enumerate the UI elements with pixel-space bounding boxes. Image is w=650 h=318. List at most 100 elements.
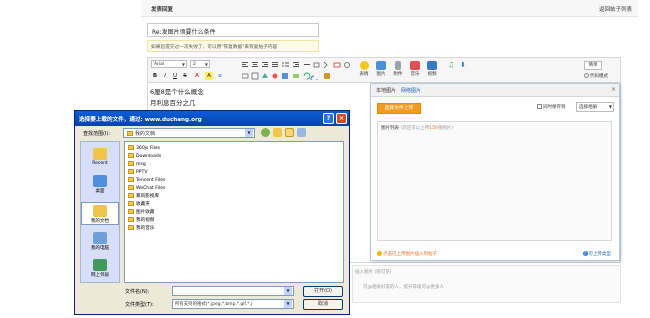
file-name: 我的音乐 [136,226,155,231]
image-list-hint-suffix: 张图片) [437,126,454,131]
sync-save-checkbox[interactable]: 同时保存到 [537,104,566,110]
place-my-documents[interactable]: 我的文档 [81,202,119,225]
back-to-list-link[interactable]: 返回帖子列表 [599,5,632,13]
list-item[interactable]: 我的音乐 [128,225,154,231]
clear-format-button[interactable]: ⌀ [216,72,224,80]
chevron-down-icon: ▼ [204,62,208,67]
file-name: Tencent Files [136,178,166,183]
filetype-value: 所有支持的格式(*.jpeg,*.bmp,*.gif,*.j [175,302,253,307]
upload-file-button[interactable]: 选择文件上传 [377,103,421,114]
place-desktop[interactable]: 桌面 [81,175,119,194]
place-network[interactable]: 网上邻居 [81,259,119,278]
place-label: Recent [92,161,108,166]
bold-button[interactable]: B [151,72,159,80]
folder-icon [128,201,134,206]
font-size-select[interactable]: 2 ▼ [190,60,210,68]
image-remaining-count: 150 [429,126,438,131]
list-item[interactable]: 图片收藏 [128,209,154,215]
font-size-value: 2 [193,62,196,67]
computer-icon [93,232,107,244]
up-folder-icon[interactable] [273,128,282,137]
list-item[interactable]: Downloads [128,153,161,159]
music-note-icon[interactable]: ♫ [448,61,454,69]
recent-icon [93,148,107,160]
insert-uploaded-tip: 点击已上传图片插入到帖子 [377,251,437,257]
simple-mode-button[interactable]: 简单 [584,61,602,70]
emoticon-button[interactable]: 表情 [357,60,371,80]
list-item[interactable]: 暴风影视库 [128,193,159,199]
desktop-icon [93,175,107,187]
lightbulb-icon [377,251,382,256]
image-list-hint: (您还可以上传 [400,126,430,131]
video-button[interactable]: 视频 [425,60,439,80]
folder-icon [128,177,134,182]
close-button[interactable]: × [336,113,347,124]
attachment-button[interactable]: 附件 [391,60,405,80]
list-item[interactable]: 我的视频 [128,217,154,223]
list-item[interactable]: Tencent Files [128,177,165,183]
file-name: 收藏夹 [136,202,150,207]
lookin-label: 查找范围(I): [83,131,111,137]
reply-header: 发表回复 返回帖子列表 [141,0,638,17]
insert-image-note: 插入图片 (限可见) [355,270,392,275]
chevron-down-icon: ▼ [608,104,612,109]
place-label: 我的文档 [91,219,109,224]
new-folder-icon[interactable] [285,128,294,137]
extra-options: 插入图片 (限可见) 可@相关好友的人，提升等级可@更多人 [352,265,621,303]
help-button[interactable]: ? [323,113,334,124]
list-item[interactable]: msg [128,161,146,167]
album-select[interactable]: 选择相册 ▼ [576,102,614,112]
insert-icons-row[interactable] [242,72,352,80]
place-my-computer[interactable]: 我的电脑 [81,232,119,251]
list-item[interactable]: WeChat Files [128,185,165,191]
underline-button[interactable]: U [171,72,179,80]
open-button[interactable]: 打开(O) [303,286,343,297]
filetype-select[interactable]: 所有支持的格式(*.jpeg,*.bmp,*.gif,*.j ▼ [172,299,294,309]
folder-icon [128,161,134,166]
font-family-value: Arial [154,62,165,67]
code-mode-radio[interactable] [584,73,589,78]
file-name: 图片收藏 [136,210,155,215]
dialog-titlebar[interactable]: 选择要上载的文件，通过: www.duchang.org ? × [75,111,349,126]
image-button[interactable]: 图片 [374,60,388,80]
file-name: 360js Files [136,146,160,151]
cancel-button[interactable]: 取消 [303,299,343,310]
view-menu-icon[interactable] [297,128,306,137]
chevron-down-icon: ▼ [284,287,292,295]
upload-types-link[interactable]: ? 可上传类型 [582,251,611,257]
download-icon[interactable]: ⬇ [460,61,466,69]
lookin-select[interactable]: 我的文档 ▼ [123,128,255,138]
code-mode-label: 代码模式 [590,74,608,79]
image-icon [376,61,386,70]
font-color-button[interactable]: A [193,72,201,80]
question-icon: ? [582,251,588,256]
emoticon-label: 表情 [359,72,369,77]
list-item[interactable]: PPTV [128,169,148,175]
list-item[interactable]: 360js Files [128,145,160,151]
tab-web-image[interactable]: 网络图片 [401,87,421,94]
file-name: 我的视频 [136,218,155,223]
checkbox[interactable] [537,104,542,109]
music-button[interactable]: 音乐 [408,60,422,80]
filename-input[interactable]: ▼ [172,286,294,296]
italic-button[interactable]: I [161,72,169,80]
back-icon[interactable] [261,128,270,137]
folder-icon [128,217,134,222]
mention-friends-note[interactable]: 可@相关好友的人，提升等级可@更多人 [363,284,444,290]
list-item[interactable]: 收藏夹 [128,201,150,207]
folder-icon [128,225,134,230]
format-icons-row[interactable] [242,61,352,69]
image-panel-tabs: 本地图片 网络图片 × [371,84,619,97]
tab-local-image[interactable]: 本地图片 [376,87,396,94]
font-family-select[interactable]: Arial ▼ [151,60,187,68]
close-icon[interactable]: × [611,86,616,93]
strikethrough-button[interactable]: S [181,72,189,80]
restore-data-tip: 如果您提交过一次失败了，可以用"恢复数据"来恢复帖子内容 [147,40,319,52]
background-color-button[interactable]: A [205,72,213,80]
folder-icon [127,131,133,136]
place-label: 桌面 [95,189,105,194]
place-recent[interactable]: Recent [81,148,119,166]
tab-post-reply[interactable]: 发表回复 [151,5,173,13]
post-title-input[interactable]: Re:发图片须要什么条件 [147,23,319,37]
code-mode-toggle[interactable]: 代码模式 [584,73,608,79]
